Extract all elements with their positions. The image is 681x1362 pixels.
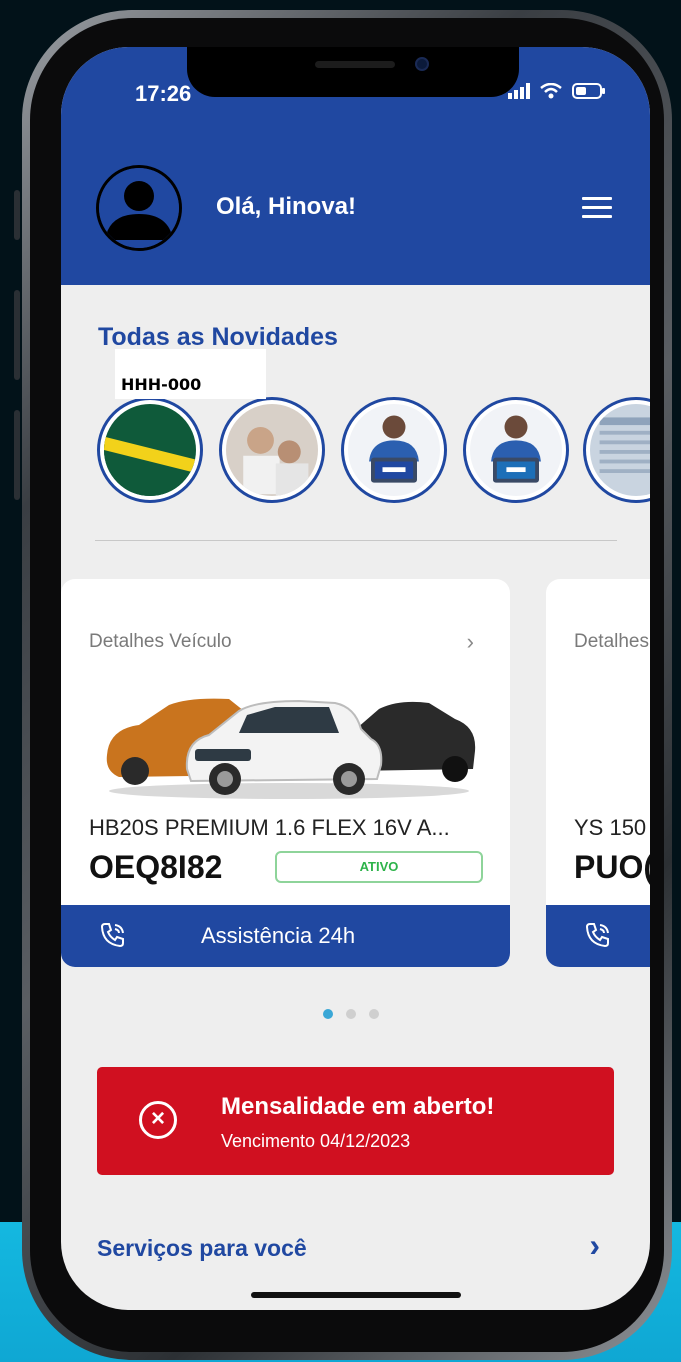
vehicle-image (106, 698, 476, 799)
vehicle-card-next[interactable]: Detalhes YS 150 PUO( (546, 579, 650, 967)
assistance-button[interactable] (546, 905, 650, 967)
pagination-dot[interactable] (323, 1009, 333, 1019)
pagination-dot[interactable] (346, 1009, 356, 1019)
stories-carousel (97, 397, 650, 507)
volume-up-button (14, 290, 20, 380)
user-icon (99, 168, 179, 248)
vehicle-plate: OEQ8I82 (89, 849, 223, 885)
alert-subtitle: Vencimento 04/12/2023 (221, 1131, 411, 1151)
close-circle-icon: × (139, 1101, 177, 1139)
phone-screen: 17:26 Olá, Hinova! Todas as Novidades De… (61, 47, 650, 1310)
vehicle-model: HB20S PREMIUM 1.6 FLEX 16V A... (89, 815, 450, 840)
alert-title: Mensalidade em aberto! (221, 1093, 495, 1120)
services-title[interactable]: Serviços para você (97, 1235, 307, 1262)
section-divider (95, 540, 617, 541)
status-badge: ATIVO (275, 851, 483, 883)
vehicle-details-label: Detalhes Veículo (89, 631, 232, 652)
story-item[interactable] (97, 397, 203, 503)
carousel-pagination (323, 1009, 379, 1019)
vehicle-card[interactable]: Detalhes Veículo › HB20S PREMIUM 1.6 FLE… (61, 579, 510, 967)
chevron-right-icon[interactable]: › (589, 1227, 600, 1264)
hamburger-menu-icon[interactable] (582, 197, 612, 219)
wifi-icon (540, 83, 562, 99)
vehicle-model: YS 150 (574, 815, 647, 840)
vehicle-details-label: Detalhes (574, 631, 649, 652)
avatar[interactable] (96, 165, 182, 251)
phone-icon (585, 923, 609, 948)
story-item[interactable] (463, 397, 569, 503)
silent-switch (14, 190, 20, 240)
greeting: Olá, Hinova! (216, 193, 357, 220)
news-section-title: Todas as Novidades (98, 323, 338, 351)
status-time: 17:26 (135, 81, 192, 106)
phone-icon (100, 923, 124, 948)
pagination-dot[interactable] (369, 1009, 379, 1019)
plate-overlay-tag: HHH-000 (115, 349, 266, 399)
chevron-right-icon[interactable]: › (467, 629, 474, 655)
story-item[interactable] (219, 397, 325, 503)
assistance-button[interactable]: Assistência 24h (61, 905, 510, 967)
story-item[interactable] (583, 397, 650, 503)
payment-alert[interactable]: × Mensalidade em aberto! Vencimento 04/1… (97, 1067, 614, 1175)
phone-notch (187, 47, 519, 97)
story-item[interactable] (341, 397, 447, 503)
vehicle-plate: PUO( (574, 849, 650, 885)
assistance-label: Assistência 24h (201, 923, 356, 948)
volume-down-button (14, 410, 20, 500)
battery-icon (572, 83, 605, 99)
home-indicator (251, 1292, 461, 1298)
status-icons (508, 83, 606, 99)
